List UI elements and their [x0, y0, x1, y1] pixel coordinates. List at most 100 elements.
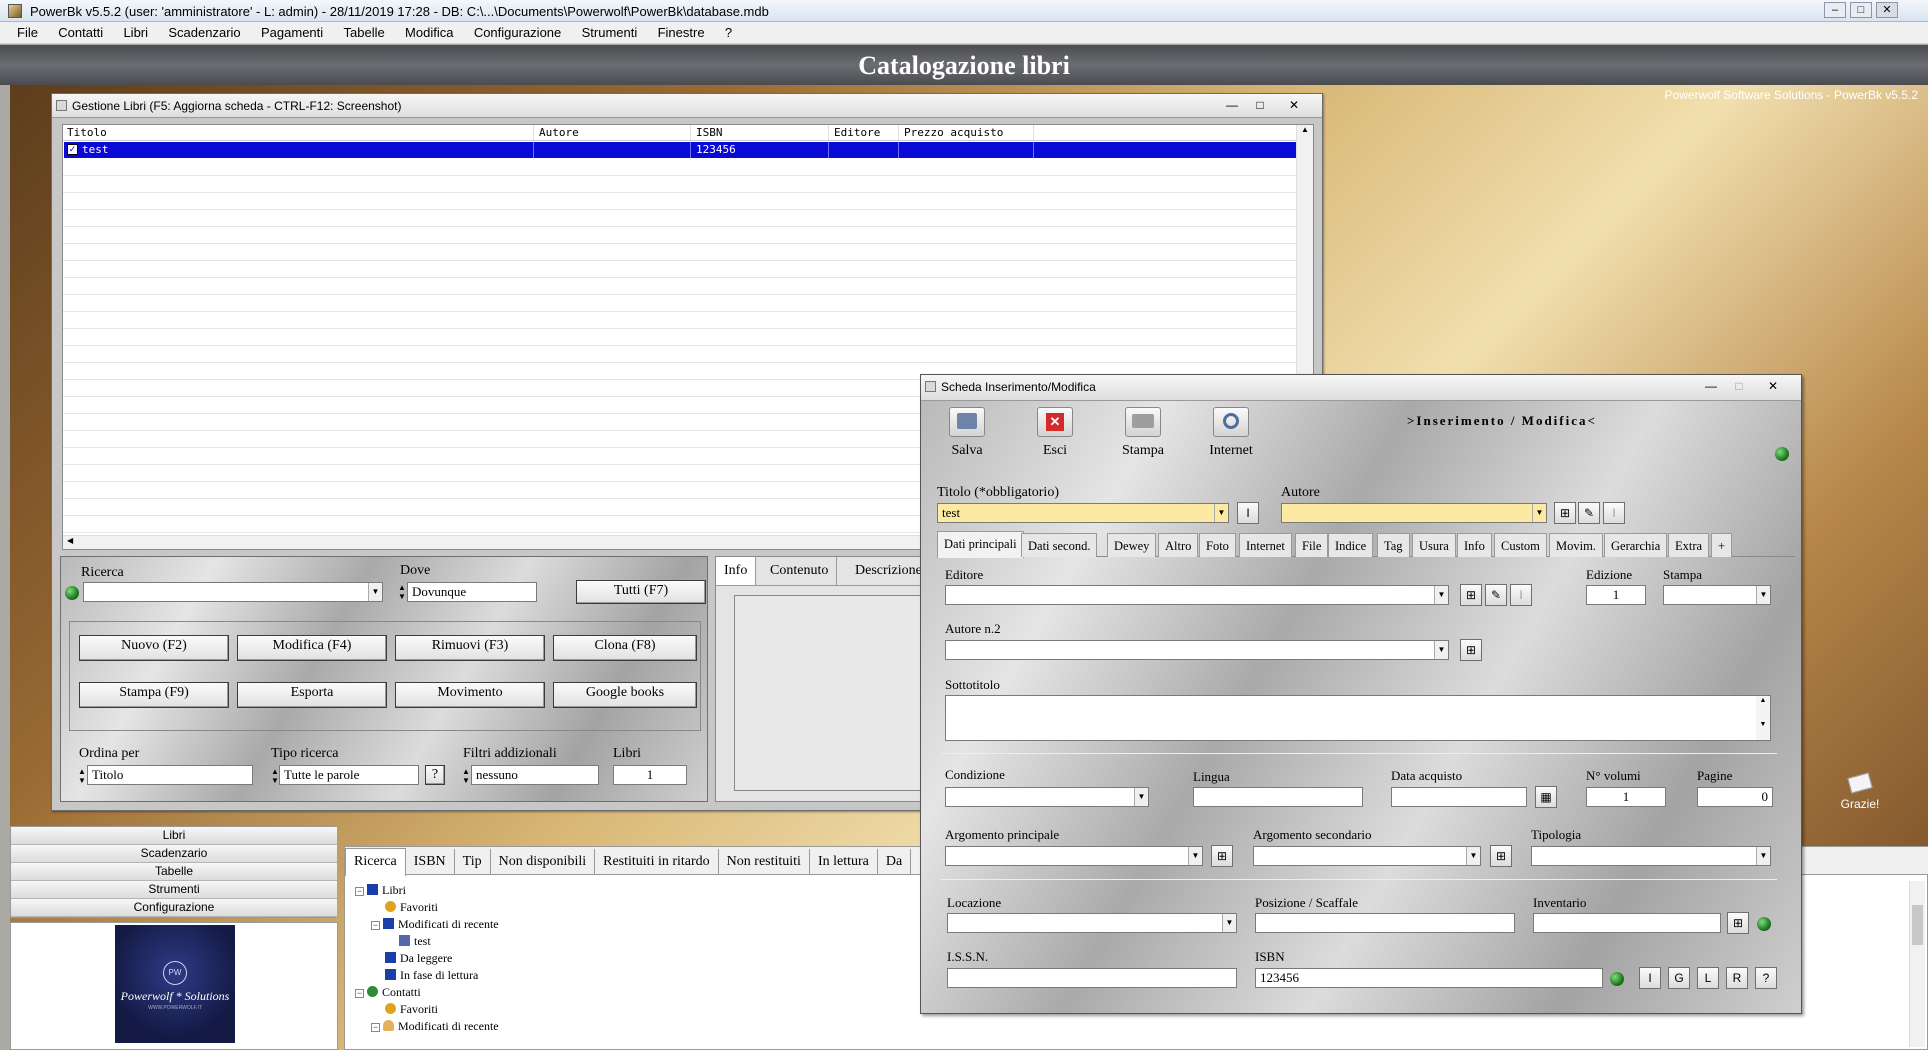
tipologia-select[interactable]: ▼	[1531, 846, 1771, 866]
menu-contatti[interactable]: Contatti	[58, 22, 103, 40]
tab-altro[interactable]: Altro	[1158, 533, 1199, 557]
tab-movim[interactable]: Movim.	[1549, 533, 1603, 557]
posizione-input[interactable]	[1255, 913, 1515, 933]
chevron-down-icon[interactable]: ▼	[1134, 788, 1148, 806]
arg-principale-select[interactable]: ▼	[945, 846, 1203, 866]
chevron-down-icon[interactable]: ▼	[1466, 847, 1480, 865]
data-acquisto-input[interactable]	[1391, 787, 1527, 807]
locazione-select[interactable]: ▼	[947, 913, 1237, 933]
column-header-editore[interactable]: Editore	[834, 126, 880, 139]
maximize-button[interactable]: □	[1248, 97, 1272, 115]
ordina-select[interactable]: Titolo	[87, 765, 253, 785]
calendar-icon[interactable]: ▦	[1535, 786, 1557, 808]
menu-tabelle[interactable]: Tabelle	[344, 22, 385, 40]
close-button[interactable]: ✕	[1282, 97, 1306, 115]
lookup-icon[interactable]: ⊞	[1460, 584, 1482, 606]
minimize-button[interactable]: —	[1699, 378, 1723, 396]
chevron-down-icon[interactable]: ▼	[1756, 847, 1770, 865]
sidebar-item-libri[interactable]: Libri	[11, 827, 337, 845]
tree-item[interactable]: In fase di lettura	[355, 968, 755, 985]
tab-in-lettura[interactable]: In lettura	[810, 849, 878, 875]
tab-descrizione[interactable]: Descrizione	[847, 557, 931, 585]
chevron-down-icon[interactable]: ▼	[1214, 504, 1228, 522]
pagine-input[interactable]: 0	[1697, 787, 1773, 807]
tree-item[interactable]: Da leggere	[355, 951, 755, 968]
tree-item[interactable]: − Modificati di recente	[355, 917, 755, 934]
edizione-input[interactable]: 1	[1586, 585, 1646, 605]
titolo-i-button[interactable]: I	[1237, 502, 1259, 524]
column-header-isbn[interactable]: ISBN	[696, 126, 723, 139]
isbn-help-button[interactable]: ?	[1755, 967, 1777, 989]
stampa-tool[interactable]: Stampa	[1103, 403, 1183, 467]
menu-file[interactable]: File	[17, 22, 38, 40]
autore-input[interactable]: ▼	[1281, 503, 1547, 523]
isbn-i-button[interactable]: I	[1639, 967, 1661, 989]
nuovo-button[interactable]: Nuovo (F2)	[79, 635, 229, 661]
stampa-select[interactable]: ▼	[1663, 585, 1771, 605]
tab-foto[interactable]: Foto	[1199, 533, 1236, 557]
tipo-ricerca-select[interactable]: Tutte le parole	[279, 765, 419, 785]
movimento-button[interactable]: Movimento	[395, 682, 545, 708]
menu-configurazione[interactable]: Configurazione	[474, 22, 561, 40]
tab-restituiti-ritardo[interactable]: Restituiti in ritardo	[595, 849, 719, 875]
scrollbar-thumb[interactable]	[1912, 905, 1923, 945]
tab-custom[interactable]: Custom	[1494, 533, 1547, 557]
tree-item[interactable]: test	[355, 934, 755, 951]
isbn-input[interactable]: 123456	[1255, 968, 1603, 988]
menu-libri[interactable]: Libri	[123, 22, 148, 40]
chevron-down-icon[interactable]: ▼	[368, 583, 382, 601]
tab-ricerca[interactable]: Ricerca	[345, 848, 406, 876]
maximize-button[interactable]: □	[1727, 378, 1751, 396]
tab-contenuto[interactable]: Contenuto	[762, 557, 838, 585]
spinner-icon[interactable]: ▲ ▼	[462, 767, 470, 785]
chevron-down-icon[interactable]: ▼	[1756, 586, 1770, 604]
lookup-icon[interactable]: ⊞	[1460, 639, 1482, 661]
help-button[interactable]: ?	[425, 765, 445, 785]
collapse-icon[interactable]: −	[355, 887, 364, 896]
spinner-icon[interactable]: ▲ ▼	[271, 767, 279, 785]
tree-scrollbar[interactable]	[1909, 881, 1925, 1047]
chevron-down-icon[interactable]: ▼	[1434, 586, 1448, 604]
chevron-down-icon[interactable]: ▼	[1434, 641, 1448, 659]
menu-finestre[interactable]: Finestre	[658, 22, 705, 40]
row-checkbox[interactable]: ✓	[67, 144, 78, 155]
tab-non-restituiti[interactable]: Non restituiti	[719, 849, 810, 875]
ricerca-input[interactable]: ▼	[83, 582, 383, 602]
maximize-button[interactable]: □	[1850, 2, 1872, 18]
tree-item[interactable]: − Libri	[355, 883, 755, 900]
collapse-icon[interactable]: −	[371, 921, 380, 930]
close-button[interactable]: ✕	[1761, 378, 1785, 396]
lookup-icon[interactable]: ⊞	[1211, 845, 1233, 867]
menu-pagamenti[interactable]: Pagamenti	[261, 22, 323, 40]
google-books-button[interactable]: Google books	[553, 682, 697, 708]
esci-tool[interactable]: ✕ Esci	[1015, 403, 1095, 467]
edit-icon[interactable]: ✎	[1485, 584, 1507, 606]
chevron-down-icon[interactable]: ▼	[1222, 914, 1236, 932]
menu-strumenti[interactable]: Strumenti	[582, 22, 638, 40]
chevron-down-icon[interactable]: ▼	[1188, 847, 1202, 865]
tree-item[interactable]: − Modificati di recente	[355, 1019, 755, 1036]
lookup-icon[interactable]: ⊞	[1727, 912, 1749, 934]
thanks-widget[interactable]: Grazie!	[1840, 772, 1880, 811]
sidebar-item-tabelle[interactable]: Tabelle	[11, 863, 337, 881]
sidebar-item-strumenti[interactable]: Strumenti	[11, 881, 337, 899]
issn-input[interactable]	[947, 968, 1237, 988]
isbn-g-button[interactable]: G	[1668, 967, 1690, 989]
tutti-button[interactable]: Tutti (F7)	[576, 580, 706, 604]
menu-help[interactable]: ?	[725, 22, 732, 40]
menu-modifica[interactable]: Modifica	[405, 22, 453, 40]
autore-i-button[interactable]: I	[1603, 502, 1625, 524]
n-volumi-input[interactable]: 1	[1586, 787, 1666, 807]
sidebar-item-configurazione[interactable]: Configurazione	[11, 899, 337, 917]
spinner-icon[interactable]: ▲ ▼	[78, 767, 86, 785]
tab-non-disponibili[interactable]: Non disponibili	[491, 849, 596, 875]
tab-info[interactable]: Info	[1457, 533, 1492, 557]
tab-tip[interactable]: Tip	[455, 849, 491, 875]
tab-info[interactable]: Info	[716, 557, 757, 585]
collapse-icon[interactable]: −	[371, 1023, 380, 1032]
close-button[interactable]: ✕	[1876, 2, 1898, 18]
salva-tool[interactable]: Salva	[927, 403, 1007, 467]
edit-icon[interactable]: ✎	[1578, 502, 1600, 524]
spinner-icon[interactable]: ▲ ▼	[398, 583, 406, 601]
autore2-select[interactable]: ▼	[945, 640, 1449, 660]
